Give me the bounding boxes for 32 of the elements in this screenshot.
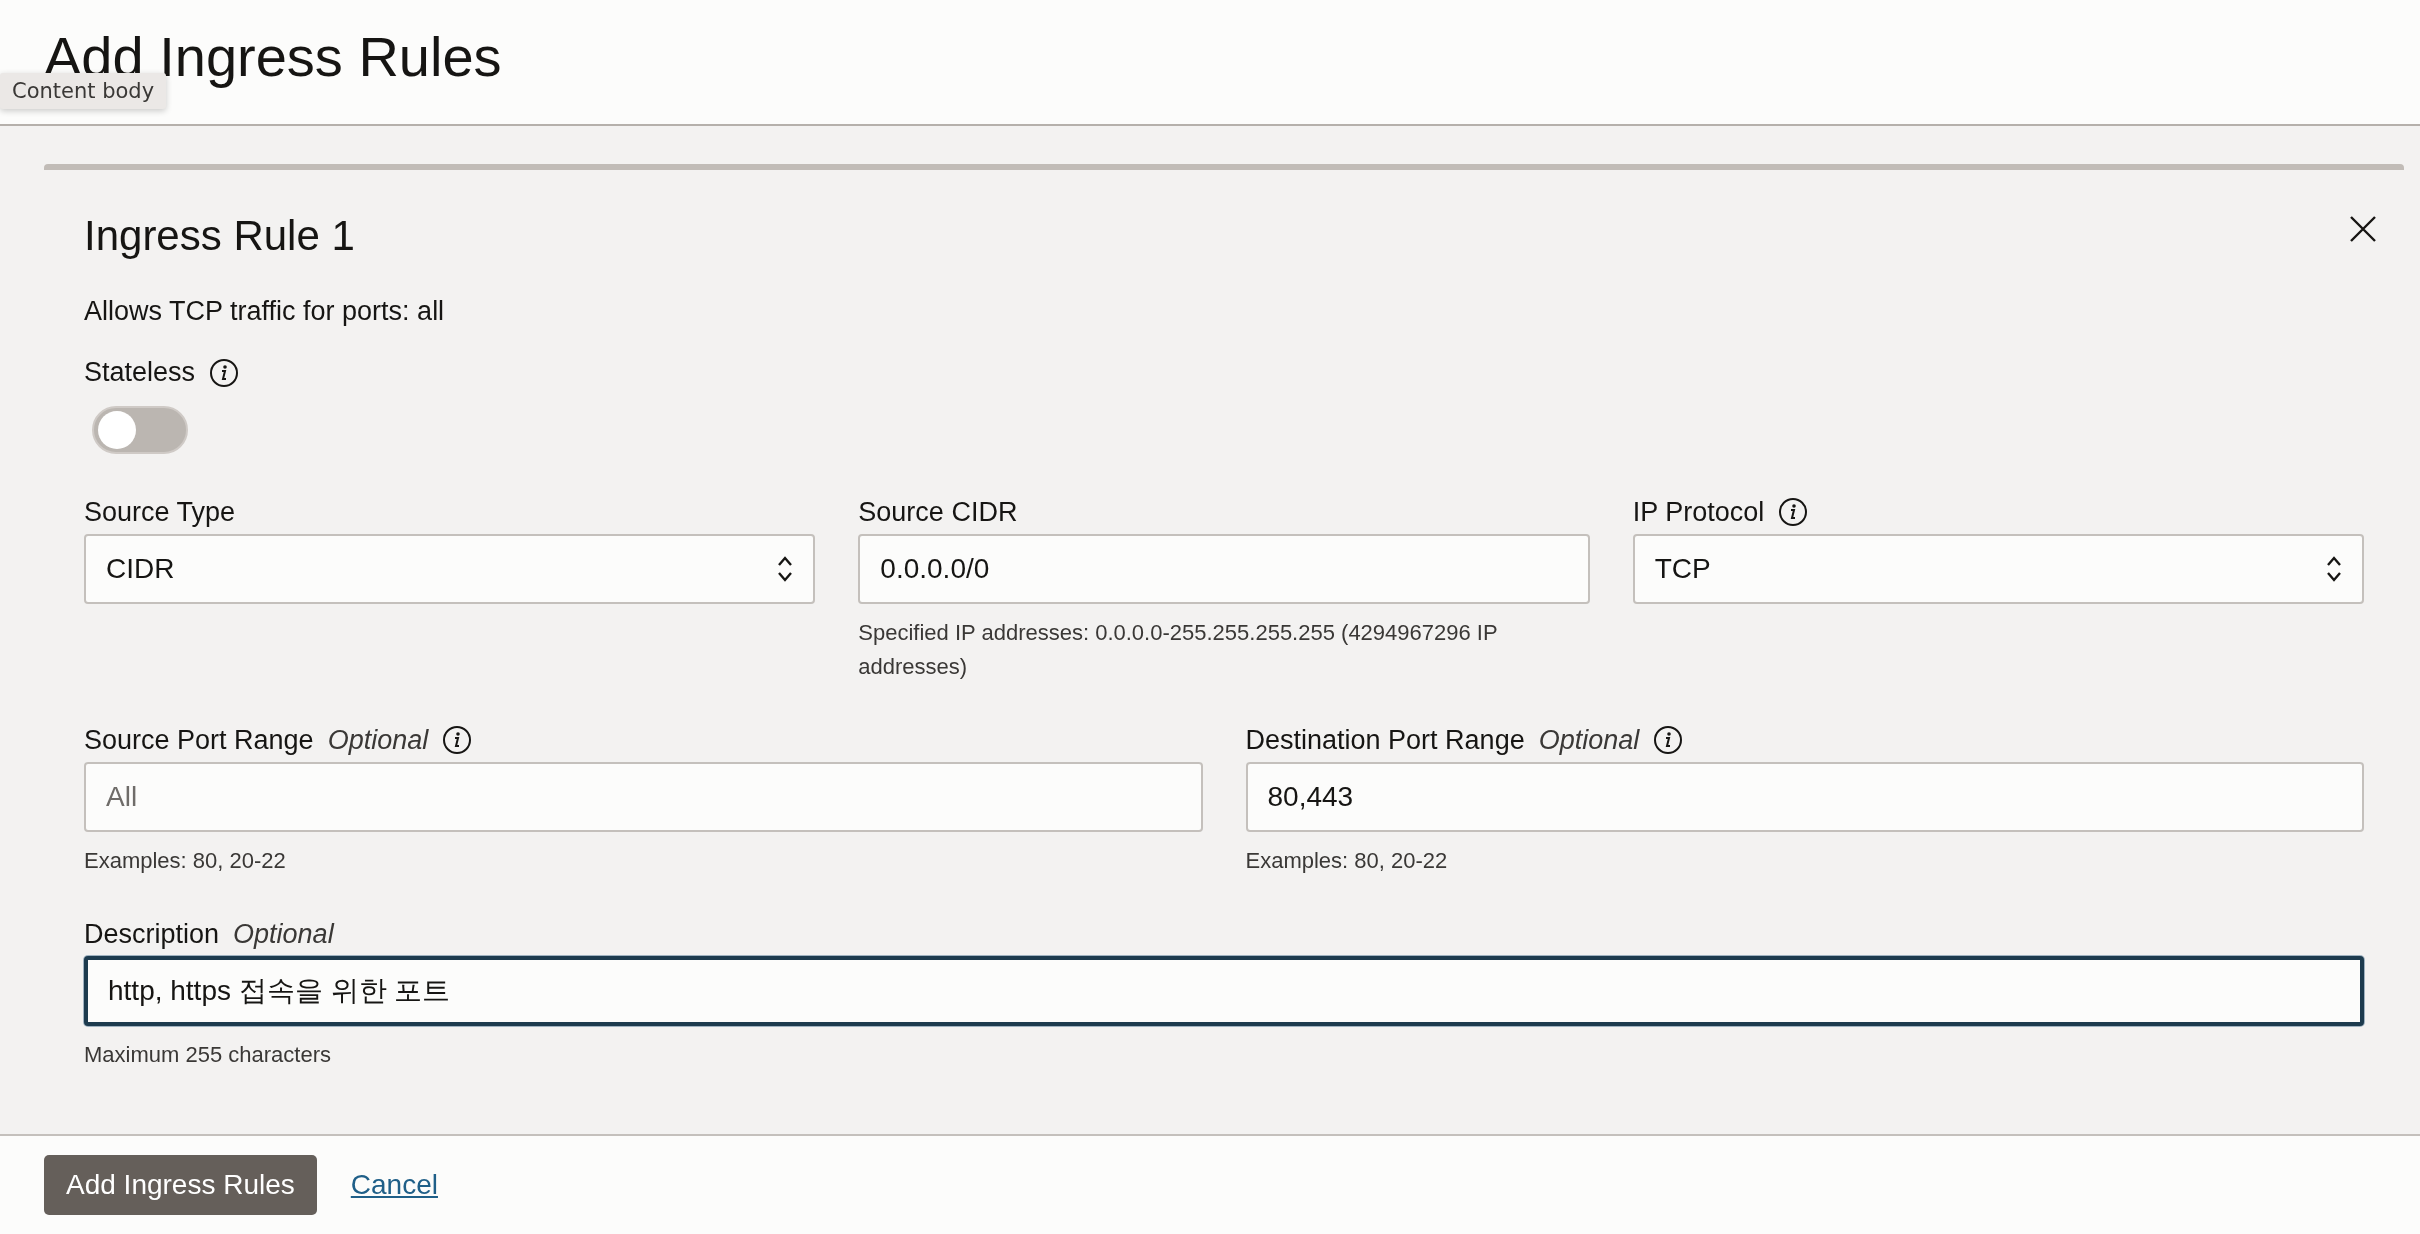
- field-label: Source Port Range: [84, 724, 314, 756]
- info-icon[interactable]: [1778, 497, 1809, 527]
- helper-text: Examples: 80, 20-22: [84, 847, 287, 875]
- input-field[interactable]: 80,443: [1245, 762, 2364, 832]
- toggle-switch[interactable]: [92, 406, 188, 454]
- field-label: Stateless: [84, 357, 196, 388]
- helper-text: Examples: 80, 20-22: [1245, 847, 1449, 875]
- field-label: Source Type: [84, 496, 236, 528]
- chevron-icon: [777, 554, 794, 584]
- rule-title: Ingress Rule 1: [84, 211, 355, 261]
- field-label: Description: [84, 918, 220, 950]
- select-field[interactable]: CIDR: [84, 534, 816, 604]
- info-icon[interactable]: [1653, 725, 1684, 755]
- helper-text: Specified IP addresses: 0.0.0.0-255.255.255.255 (4294967296 IP addresses): [858, 619, 1499, 681]
- helper-text: Maximum 255 characters: [84, 1041, 332, 1069]
- field-label: IP Protocol: [1632, 496, 1765, 528]
- info-icon[interactable]: [442, 725, 473, 755]
- input-field[interactable]: All: [84, 762, 1203, 832]
- info-icon[interactable]: [209, 357, 240, 388]
- close-icon[interactable]: [2350, 216, 2376, 242]
- chevron-icon: [2326, 554, 2342, 584]
- select-field[interactable]: TCP: [1632, 534, 2364, 604]
- add-ingress-rules-button[interactable]: Add Ingress Rules: [44, 1155, 317, 1215]
- optional-label: Optional: [1538, 724, 1640, 756]
- optional-label: Optional: [327, 724, 429, 756]
- cancel-link[interactable]: Cancel: [350, 1169, 438, 1201]
- optional-label: Optional: [233, 918, 334, 950]
- rule-summary: Allows TCP traffic for ports: all: [84, 296, 445, 327]
- field-label: Destination Port Range: [1245, 724, 1525, 756]
- input-field[interactable]: 0.0.0.0/0: [858, 534, 1590, 604]
- field-label: Source CIDR: [858, 496, 1018, 528]
- input-field[interactable]: http, https 접속을 위한 포트: [84, 956, 2364, 1026]
